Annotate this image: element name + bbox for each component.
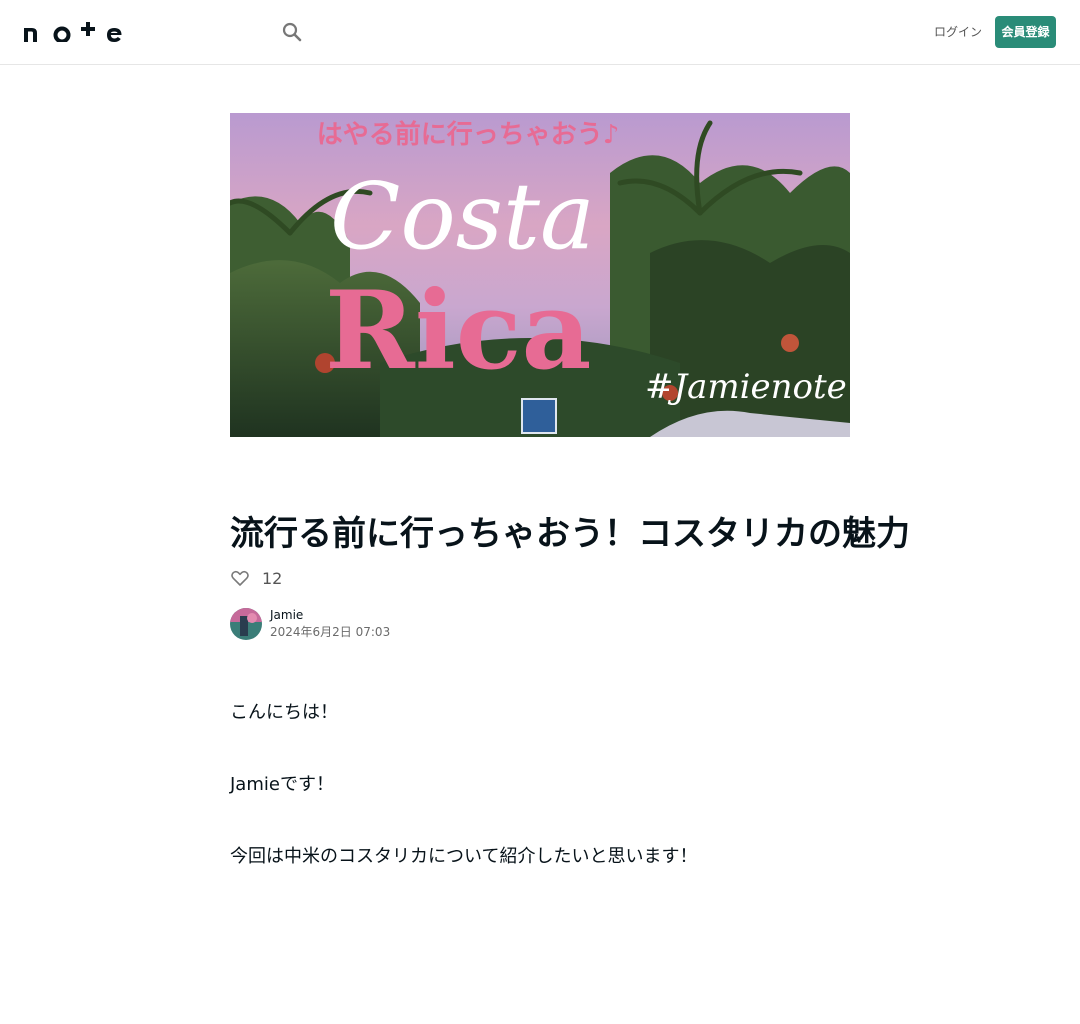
author-info: Jamie 2024年6月2日 07:03	[230, 607, 390, 641]
signup-button[interactable]: 会員登録	[995, 16, 1056, 48]
post-date: 2024年6月2日 07:03	[270, 625, 391, 639]
note-logo[interactable]	[24, 22, 122, 44]
hero-title-costa: Costa	[330, 163, 595, 270]
article-paragraph: こんにちは！	[230, 702, 338, 723]
hero-caption: はやる前に行っちゃおう♪	[317, 119, 620, 150]
author-meta: Jamie 2024年6月2日 07:03	[270, 607, 390, 641]
like-count: 12	[262, 568, 283, 588]
hero-title-rica: Rica	[325, 268, 592, 394]
like-row: 12	[230, 566, 282, 590]
hero-image: はやる前に行っちゃおう♪ Costa Rica #Jamienote	[230, 113, 850, 437]
article-paragraph: Jamieです！	[230, 774, 334, 795]
article-paragraph: 今回は中米のコスタリカについて紹介したいと思います！	[230, 846, 698, 867]
avatar[interactable]	[230, 608, 262, 640]
article-title: 流行る前に行っちゃおう！コスタリカの魅力	[230, 514, 910, 554]
hero-hashtag: #Jamienote	[645, 367, 847, 407]
heart-icon[interactable]	[230, 568, 250, 588]
site-header: ログイン 会員登録	[0, 0, 1080, 65]
author-name[interactable]: Jamie	[270, 607, 390, 623]
login-link[interactable]: ログイン	[924, 20, 992, 44]
search-icon[interactable]	[280, 20, 304, 44]
